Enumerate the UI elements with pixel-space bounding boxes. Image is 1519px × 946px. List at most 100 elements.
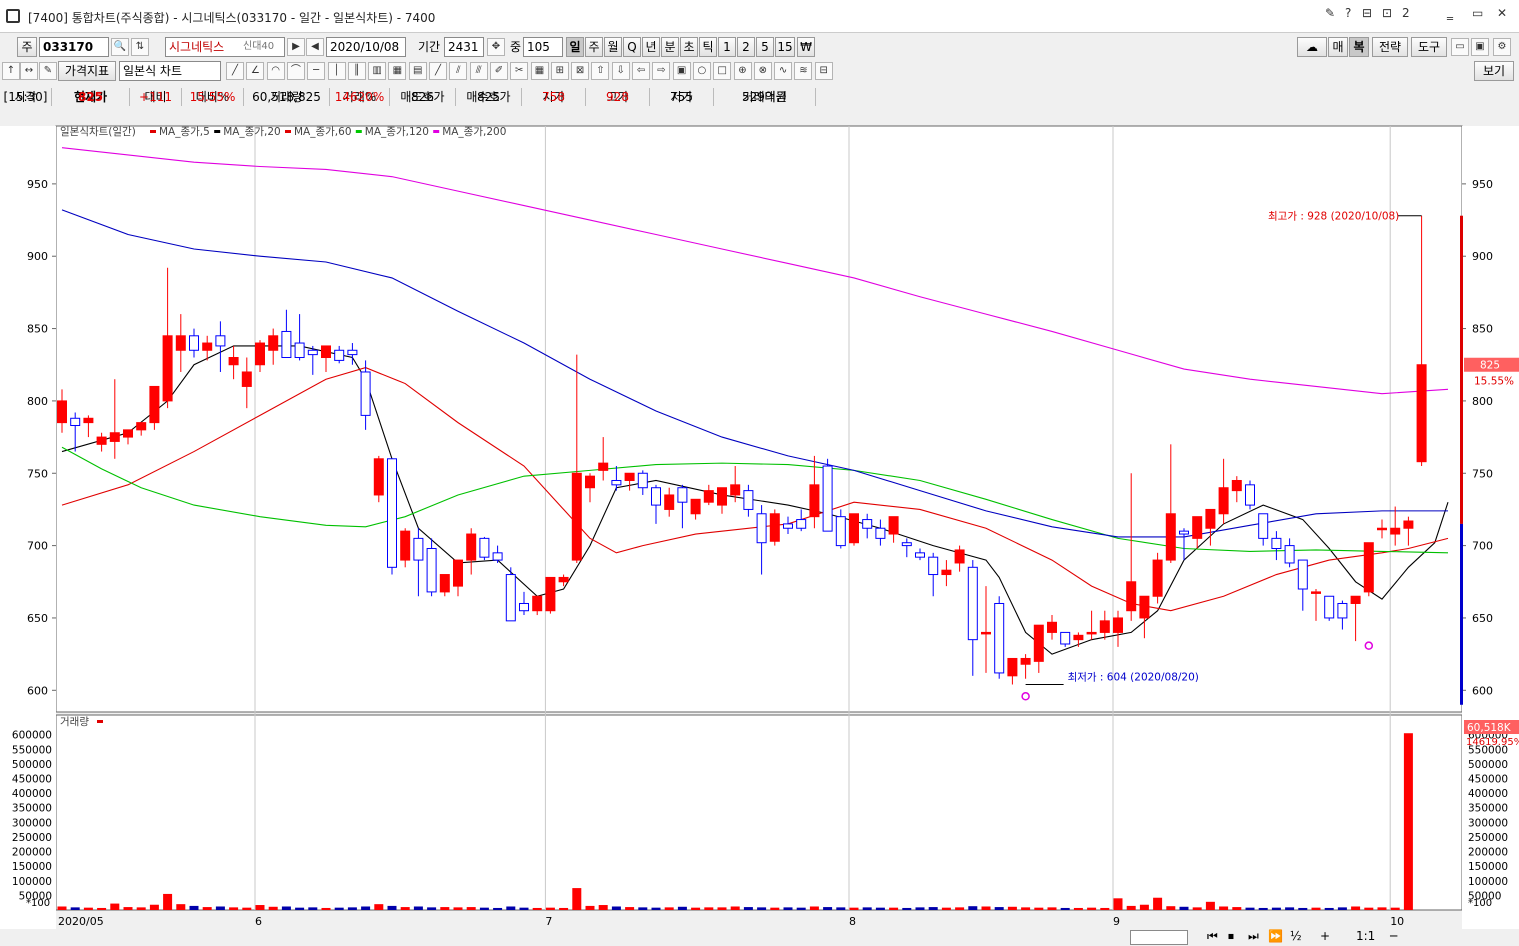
volume-bar [1166,906,1176,910]
draw-tool-icon[interactable]: ≋ [794,62,813,80]
draw-tool-icon[interactable]: ⇨ [652,62,671,80]
period-quarter-button[interactable]: Q [623,37,641,57]
volume-bar [1034,907,1044,910]
period-tick-button[interactable]: 틱 [699,37,717,57]
draw-tool-icon[interactable]: ⊠ [571,62,590,80]
screen-icon[interactable]: ⊡ [1382,6,1392,20]
arrows-h-icon[interactable]: ↔ [20,62,38,80]
candle-body [57,400,67,424]
quote-value-cell: [15:30] [0,88,52,106]
indicator-button[interactable]: 가격지표 [58,61,116,81]
draw-tool-icon[interactable]: ⇧ [591,62,610,80]
draw-tool-icon[interactable]: ○ [692,62,711,80]
period-year-button[interactable]: 년 [642,37,660,57]
period-day-button[interactable]: 일 [566,37,584,57]
candle-body [717,487,727,506]
draw-tool-icon[interactable]: ▦ [388,62,407,80]
period-2-button[interactable]: 2 [737,37,755,57]
search-icon[interactable]: 🔍 [111,38,129,56]
maximize-icon[interactable]: ▭ [1472,6,1483,20]
period-1-button[interactable]: 1 [718,37,736,57]
slider-icon[interactable]: ─ [1390,926,1397,946]
volume-bar [545,907,555,910]
won-button[interactable]: ₩ [797,37,815,57]
minimize-icon[interactable]: ‗ [1447,6,1453,20]
scroll-start-icon[interactable]: ⏮ [1207,926,1218,946]
date-field[interactable]: 2020/10/08 [326,37,406,57]
period-5-button[interactable]: 5 [756,37,774,57]
market-button[interactable]: 주 [17,37,37,57]
link-icon[interactable]: ⊟ [1362,6,1372,20]
period-month-button[interactable]: 월 [604,37,622,57]
volume-bar [743,907,753,910]
sort-icon[interactable]: ⇅ [131,38,149,56]
chart-area[interactable]: 2020/05 6 7 8 9 10 600 600 650 650 700 700 750 750 800… [0,124,1519,930]
draw-tool-icon[interactable]: ⫽ [449,62,468,80]
draw-tool-icon[interactable]: ◠ [266,62,285,80]
move-icon[interactable]: ✥ [487,38,505,56]
draw-tool-icon[interactable]: ╱ [429,62,447,80]
draw-tool-icon[interactable]: ║ [347,62,366,80]
stock-code-input[interactable]: 033170 [39,37,109,57]
close-icon[interactable]: ✕ [1497,6,1507,20]
draw-tool-icon[interactable]: ∠ [246,62,265,80]
multi-button[interactable]: 복 [1349,37,1369,57]
half-icon[interactable]: ½ [1290,926,1302,946]
scroll-input[interactable] [1130,930,1188,945]
tools-button[interactable]: 도구 [1411,37,1447,57]
edit-icon[interactable]: ✎ [39,62,57,80]
scroll-stop-icon[interactable]: ⏹ [1228,926,1234,946]
draw-tool-icon[interactable]: ⇩ [611,62,630,80]
arrow-up-icon[interactable]: ↑ [2,62,20,80]
candlestick-chart[interactable]: 2020/05 6 7 8 9 10600 600650 650700 700750 750800… [0,124,1519,930]
volume-tick-right: 400000 [1468,788,1508,800]
draw-tool-icon[interactable]: ▤ [408,62,427,80]
draw-tool-icon[interactable]: │ [327,62,346,80]
fast-forward-icon[interactable]: ⏩ [1268,926,1283,946]
draw-tool-icon[interactable]: ✐ [489,62,508,80]
draw-tool-icon[interactable]: ─ [307,62,326,80]
number-icon[interactable]: 2 [1402,6,1410,20]
single-button[interactable]: 매 [1328,37,1348,57]
draw-tool-icon[interactable]: ▦ [530,62,549,80]
period-15-button[interactable]: 15 [775,37,795,57]
view-button[interactable]: 보기 [1474,61,1514,81]
help-icon[interactable]: ? [1345,6,1351,20]
draw-tool-icon[interactable]: ╱ [226,62,244,80]
draw-tool-icon[interactable]: ⫻ [469,62,488,80]
draw-tool-icon[interactable]: ⊞ [550,62,569,80]
draw-tool-icon[interactable]: ⇦ [632,62,650,80]
volume-bar [1364,907,1374,910]
candle-body [928,556,939,576]
candle-body [439,574,450,593]
period-minute-button[interactable]: 분 [661,37,679,57]
pen-icon[interactable]: ✎ [1325,6,1335,20]
folder-icon[interactable]: ▭ [1451,38,1469,56]
save-icon[interactable]: ▣ [1471,38,1489,56]
period-input[interactable]: 2431 [444,37,484,57]
prev-icon[interactable]: ◀ [306,38,324,56]
scroll-end-icon[interactable]: ⏭ [1248,926,1259,946]
cloud-icon[interactable]: ☁ [1297,37,1327,57]
toolbar-main: 주 033170 🔍 ⇅ 시그네틱스 신대40 ▶ ◀ 2020/10/08 기… [0,35,1519,59]
draw-tool-icon[interactable]: ▥ [368,62,387,80]
legend-item: MA_종가,5 [159,126,210,138]
period-week-button[interactable]: 주 [585,37,603,57]
next-icon[interactable]: ▶ [287,38,305,56]
draw-tool-icon[interactable]: ✂ [510,62,529,80]
draw-tool-icon[interactable]: ⌒ [286,62,305,80]
draw-tool-icon[interactable]: ∿ [774,62,793,80]
draw-tool-icon[interactable]: ▣ [672,62,691,80]
draw-tool-icon[interactable]: □ [713,62,732,80]
draw-tool-icon[interactable]: ⊟ [814,62,833,80]
zoom-in-icon[interactable]: + [1320,926,1330,946]
settings-icon[interactable]: ⚙ [1493,38,1511,56]
ratio-button[interactable]: 1:1 [1356,926,1375,946]
chart-type-select[interactable]: 일본식 차트 [119,61,221,81]
zoom-input[interactable]: 105 [523,37,563,57]
draw-tool-icon[interactable]: ⊕ [733,62,752,80]
strategy-button[interactable]: 전략 [1372,37,1408,57]
draw-tool-icon[interactable]: ⊗ [753,62,772,80]
period-second-button[interactable]: 초 [680,37,698,57]
volume-bar [519,907,529,910]
